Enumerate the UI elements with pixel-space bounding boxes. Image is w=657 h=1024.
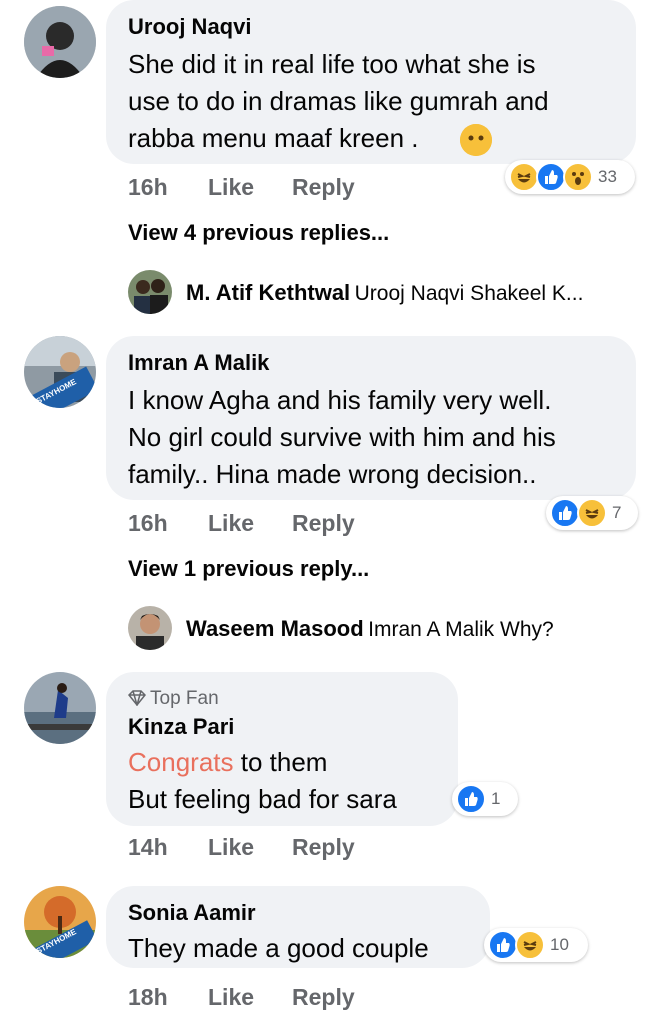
comment-text-line: She did it in real life too what she is <box>128 49 536 79</box>
reply-text: Imran A Malik Why? <box>368 618 554 641</box>
diamond-icon <box>127 690 147 708</box>
comment-text-line: family.. Hina made wrong decision.. <box>128 459 537 489</box>
like-reaction-icon <box>456 784 486 814</box>
comment-text-line: No girl could survive with him and his <box>128 422 556 452</box>
reaction-summary[interactable]: 10 <box>484 928 588 962</box>
reply-author[interactable]: M. Atif Kethtwal <box>186 280 350 305</box>
reaction-count: 7 <box>612 503 622 522</box>
comment-text-line: I know Agha and his family very well. <box>128 385 552 415</box>
avatar-waseem-masood[interactable] <box>128 606 172 650</box>
comment-text-fragment: to them <box>233 747 328 777</box>
like-reaction-icon <box>488 930 518 960</box>
like-button[interactable]: Like <box>208 834 254 861</box>
reaction-summary[interactable]: 1 <box>452 782 518 816</box>
reply-button[interactable]: Reply <box>292 510 355 537</box>
like-button[interactable]: Like <box>208 510 254 537</box>
view-previous-replies-link[interactable]: View 1 previous reply... <box>128 556 369 582</box>
reply-preview[interactable]: M. Atif Kethtwal Urooj Naqvi Shakeel K..… <box>186 280 583 306</box>
reply-preview[interactable]: Waseem Masood Imran A Malik Why? <box>186 616 554 642</box>
avatar-urooj-naqvi[interactable] <box>24 6 96 78</box>
reaction-count: 33 <box>598 167 617 186</box>
reaction-count: 10 <box>550 935 569 954</box>
reaction-count: 1 <box>491 789 501 808</box>
wow-reaction-icon <box>563 162 593 192</box>
reply-button[interactable]: Reply <box>292 174 355 201</box>
top-fan-label: Top Fan <box>150 688 219 709</box>
haha-reaction-icon <box>577 498 607 528</box>
like-reaction-icon <box>550 498 580 528</box>
top-fan-badge: Top Fan <box>127 688 219 710</box>
reaction-summary[interactable]: 7 <box>546 496 638 530</box>
reaction-summary[interactable]: 33 <box>505 160 635 194</box>
comment-author[interactable]: Urooj Naqvi <box>128 14 251 40</box>
comment-author[interactable]: Kinza Pari <box>128 714 234 740</box>
reply-button[interactable]: Reply <box>292 984 355 1011</box>
reply-author[interactable]: Waseem Masood <box>186 616 364 641</box>
comment-author[interactable]: Imran A Malik <box>128 350 269 376</box>
comment-time: 18h <box>128 984 168 1010</box>
comment-text-line: rabba menu maaf kreen . <box>128 123 419 153</box>
highlighted-word[interactable]: Congrats <box>128 747 234 777</box>
avatar-m-atif-kethtwal[interactable] <box>128 270 172 314</box>
view-previous-replies-link[interactable]: View 4 previous replies... <box>128 220 389 246</box>
neutral-face-emoji-icon <box>460 124 492 156</box>
comment-time: 14h <box>128 834 168 860</box>
comment-author[interactable]: Sonia Aamir <box>128 900 256 926</box>
reply-button[interactable]: Reply <box>292 834 355 861</box>
avatar-kinza-pari[interactable] <box>24 672 96 744</box>
comment-text-line: use to do in dramas like gumrah and <box>128 86 549 116</box>
comment-text-line: Congrats to them <box>128 744 327 781</box>
comment-text-line: They made a good couple <box>128 933 429 963</box>
comment-time: 16h <box>128 174 168 200</box>
haha-reaction-icon <box>509 162 539 192</box>
like-reaction-icon <box>536 162 566 192</box>
comment-text-line: But feeling bad for sara <box>128 784 397 814</box>
like-button[interactable]: Like <box>208 174 254 201</box>
like-button[interactable]: Like <box>208 984 254 1011</box>
reply-text: Urooj Naqvi Shakeel K... <box>354 282 584 305</box>
comment-time: 16h <box>128 510 168 536</box>
haha-reaction-icon <box>515 930 545 960</box>
